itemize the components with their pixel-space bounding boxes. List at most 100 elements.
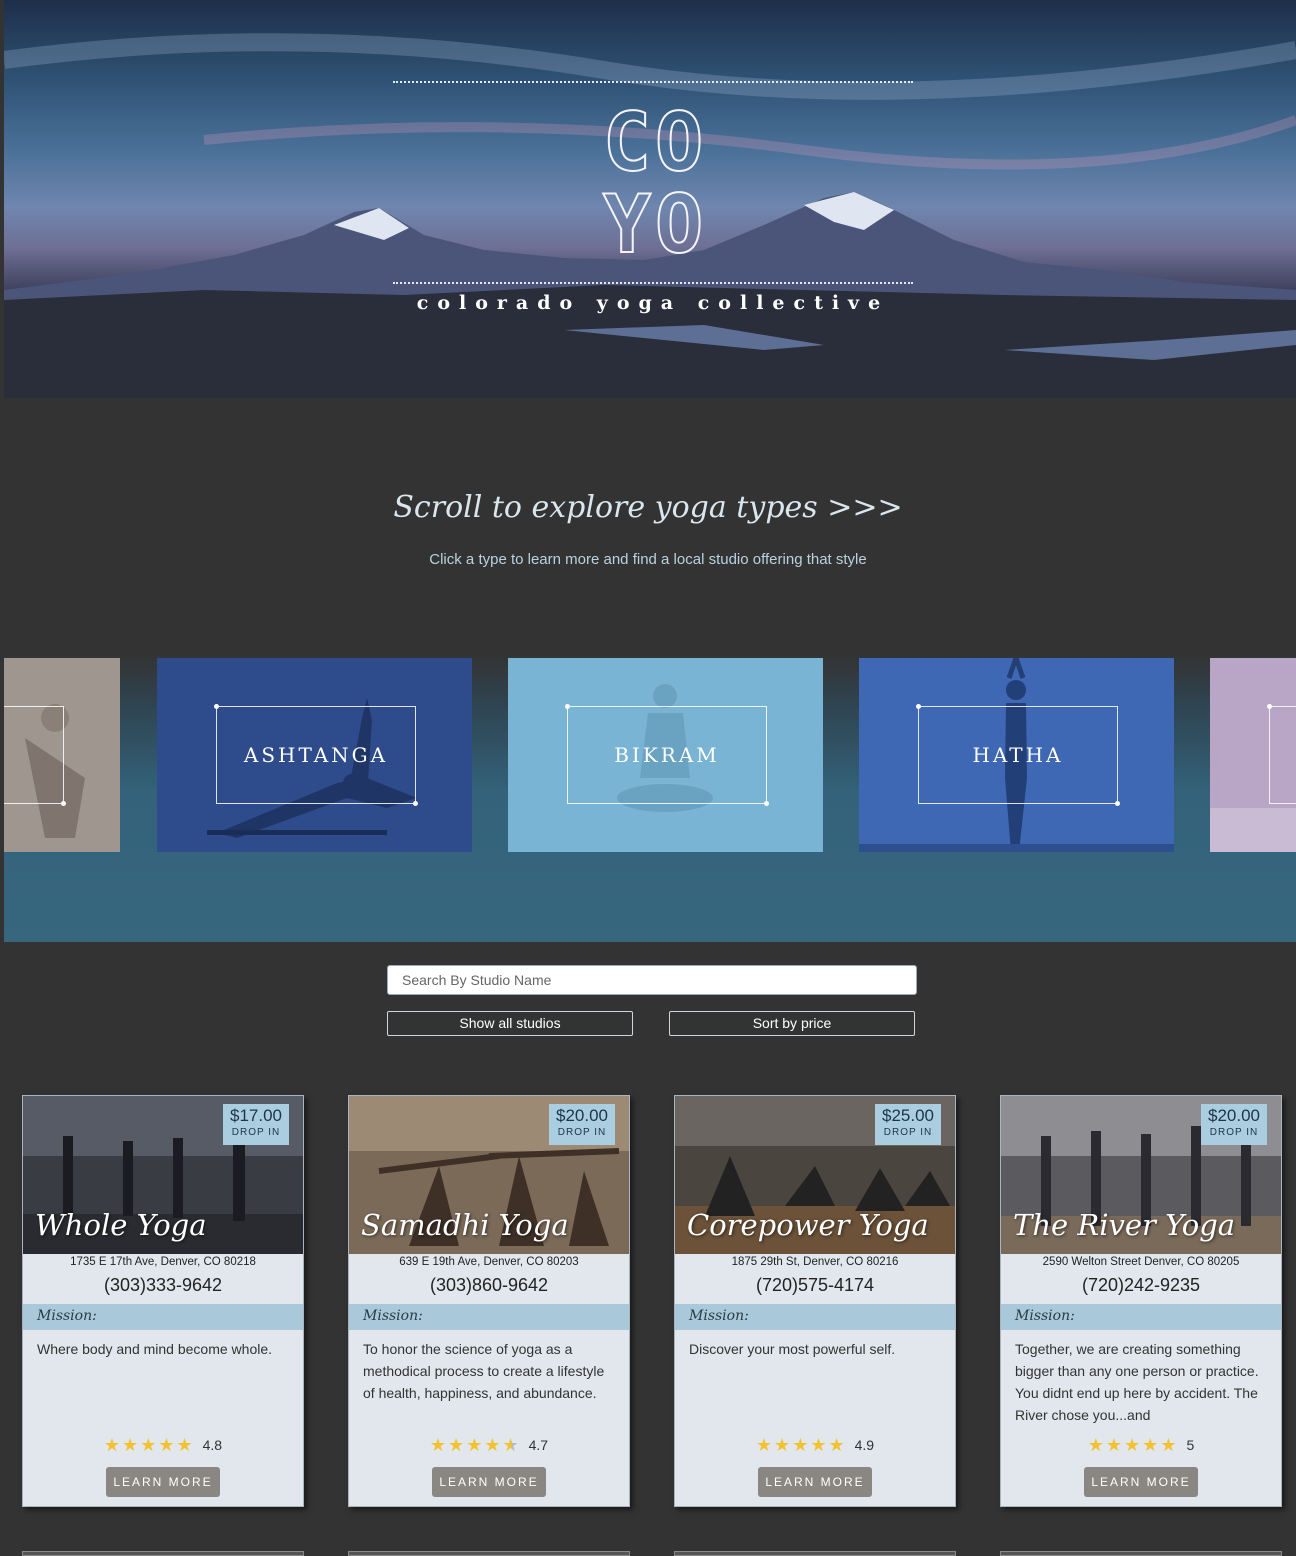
show-all-studios-button[interactable]: Show all studios [387, 1011, 633, 1036]
price-amount: $20.00 [556, 1106, 608, 1125]
star-icon: ★ [810, 1435, 827, 1455]
star-icon: ★ [158, 1435, 175, 1455]
sort-by-price-button[interactable]: Sort by price [669, 1011, 915, 1036]
star-icon: ★ [1124, 1435, 1141, 1455]
star-icon: ★ [774, 1435, 791, 1455]
studio-card-partial [674, 1551, 956, 1556]
mission-text: Where body and mind become whole. [37, 1341, 273, 1357]
explore-subheading: Click a type to learn more and find a lo… [429, 551, 867, 568]
mission-label: Mission: [363, 1308, 423, 1324]
price-badge: $20.00 DROP IN [1201, 1104, 1267, 1145]
mission-label: Mission: [689, 1308, 749, 1324]
studio-address: 2590 Welton Street Denver, CO 80205 [1042, 1256, 1240, 1268]
studio-photo: $17.00 DROP IN Whole Yoga [23, 1096, 303, 1254]
rating: ★ ★ ★ ★ ★ 4.7 [349, 1436, 629, 1454]
studio-name: Corepower Yoga [687, 1208, 929, 1242]
studio-address: 1875 29th St, Denver, CO 80216 [731, 1256, 899, 1268]
yoga-type-label [1267, 704, 1296, 804]
star-icon: ★ [103, 1435, 121, 1455]
mission-label: Mission: [1015, 1308, 1075, 1324]
studio-card: $20.00 DROP IN Samadhi Yoga 639 E 19th A… [348, 1095, 630, 1507]
studio-photo: $20.00 DROP IN The River Yoga [1001, 1096, 1281, 1254]
studio-card: $17.00 DROP IN Whole Yoga 1735 E 17th Av… [22, 1095, 304, 1507]
mission-text: Together, we are creating something bigg… [1015, 1341, 1259, 1423]
rating-value: 5 [1186, 1437, 1195, 1453]
studio-phone: (303)333-9642 [103, 1275, 223, 1295]
price-amount: $20.00 [1208, 1106, 1260, 1125]
top-divider [393, 81, 913, 83]
star-icon: ★ [140, 1435, 157, 1455]
star-icon: ★ [755, 1435, 773, 1455]
bottom-divider [393, 282, 913, 284]
studio-card: $25.00 DROP IN Corepower Yoga 1875 29th … [674, 1095, 956, 1507]
yoga-type-label: BIKRAM [565, 704, 769, 806]
star-icon: ★ [122, 1435, 139, 1455]
yoga-type-card[interactable]: A [4, 658, 120, 852]
studio-address: 639 E 19th Ave, Denver, CO 80203 [399, 1256, 579, 1268]
studio-name: The River Yoga [1013, 1208, 1236, 1242]
price-label: DROP IN [883, 1127, 933, 1138]
mission-bar: Mission: [23, 1304, 303, 1330]
studio-address: 1735 E 17th Ave, Denver, CO 80218 [70, 1256, 256, 1268]
rating: ★ ★ ★ ★ ★ 4.9 [675, 1436, 955, 1454]
mission-text: To honor the science of yoga as a method… [363, 1341, 605, 1401]
star-icon: ★ [1087, 1435, 1104, 1455]
studio-phone: (720)575-4174 [755, 1275, 875, 1295]
star-icon: ★ [792, 1435, 809, 1455]
star-icon: ★ [176, 1435, 193, 1455]
yoga-type-label: ASHTANGA [214, 704, 418, 806]
star-icon: ★ [448, 1435, 465, 1455]
studio-search-input[interactable] [387, 965, 917, 995]
yoga-type-card[interactable] [1210, 658, 1296, 852]
learn-more-button[interactable]: LEARN MORE [1084, 1467, 1198, 1497]
studio-name: Whole Yoga [35, 1208, 207, 1242]
tagline: colorado yoga collective [416, 292, 890, 314]
price-badge: $25.00 DROP IN [875, 1104, 941, 1145]
rating-value: 4.9 [854, 1437, 875, 1453]
mission-bar: Mission: [675, 1304, 955, 1330]
star-icon: ★ [1142, 1435, 1159, 1455]
studio-phone: (720)242-9235 [1081, 1275, 1201, 1295]
star-icon: ★ [1105, 1435, 1123, 1455]
logo-text-bottom: YO [602, 178, 708, 271]
yoga-type-card-ashtanga[interactable]: ASHTANGA [157, 658, 472, 852]
studio-card-partial [1000, 1551, 1282, 1556]
mission-bar: Mission: [349, 1304, 629, 1330]
studio-name: Samadhi Yoga [361, 1208, 569, 1242]
price-amount: $17.00 [230, 1106, 282, 1125]
star-icon: ★ [466, 1435, 483, 1455]
price-label: DROP IN [557, 1127, 607, 1138]
half-star-icon: ★ [502, 1435, 519, 1455]
studio-card-partial [22, 1551, 304, 1556]
yoga-type-carousel[interactable]: A ASHTANGA BIKRAM HATHA [4, 608, 1296, 942]
yoga-type-label: A [4, 706, 66, 806]
studio-card: $20.00 DROP IN The River Yoga 2590 Welto… [1000, 1095, 1282, 1507]
yoga-type-card-hatha[interactable]: HATHA [859, 658, 1174, 852]
price-label: DROP IN [231, 1127, 281, 1138]
mission-bar: Mission: [1001, 1304, 1281, 1330]
hero-banner: CO YO colorado yoga collective [4, 0, 1296, 398]
star-icon: ★ [484, 1435, 501, 1455]
learn-more-button[interactable]: LEARN MORE [106, 1467, 220, 1497]
price-badge: $20.00 DROP IN [549, 1104, 615, 1145]
mission-text: Discover your most powerful self. [689, 1341, 896, 1357]
studio-card-partial [348, 1551, 630, 1556]
logo-text-top: CO [602, 96, 708, 189]
star-icon: ★ [1160, 1435, 1177, 1455]
studio-photo: $20.00 DROP IN Samadhi Yoga [349, 1096, 629, 1254]
star-icon: ★ [828, 1435, 845, 1455]
yoga-type-card-bikram[interactable]: BIKRAM [508, 658, 823, 852]
learn-more-button[interactable]: LEARN MORE [432, 1467, 546, 1497]
explore-heading: Scroll to explore yoga types >>> [393, 490, 903, 525]
rating: ★ ★ ★ ★ ★ 4.8 [23, 1436, 303, 1454]
price-label: DROP IN [1209, 1127, 1259, 1138]
star-icon: ★ [429, 1435, 447, 1455]
rating-value: 4.7 [528, 1437, 549, 1453]
learn-more-button[interactable]: LEARN MORE [758, 1467, 872, 1497]
studio-phone: (303)860-9642 [429, 1275, 549, 1295]
yoga-type-label: HATHA [916, 704, 1120, 806]
rating: ★ ★ ★ ★ ★ 5 [1001, 1436, 1281, 1454]
studio-photo: $25.00 DROP IN Corepower Yoga [675, 1096, 955, 1254]
mission-label: Mission: [37, 1308, 97, 1324]
price-badge: $17.00 DROP IN [223, 1104, 289, 1145]
